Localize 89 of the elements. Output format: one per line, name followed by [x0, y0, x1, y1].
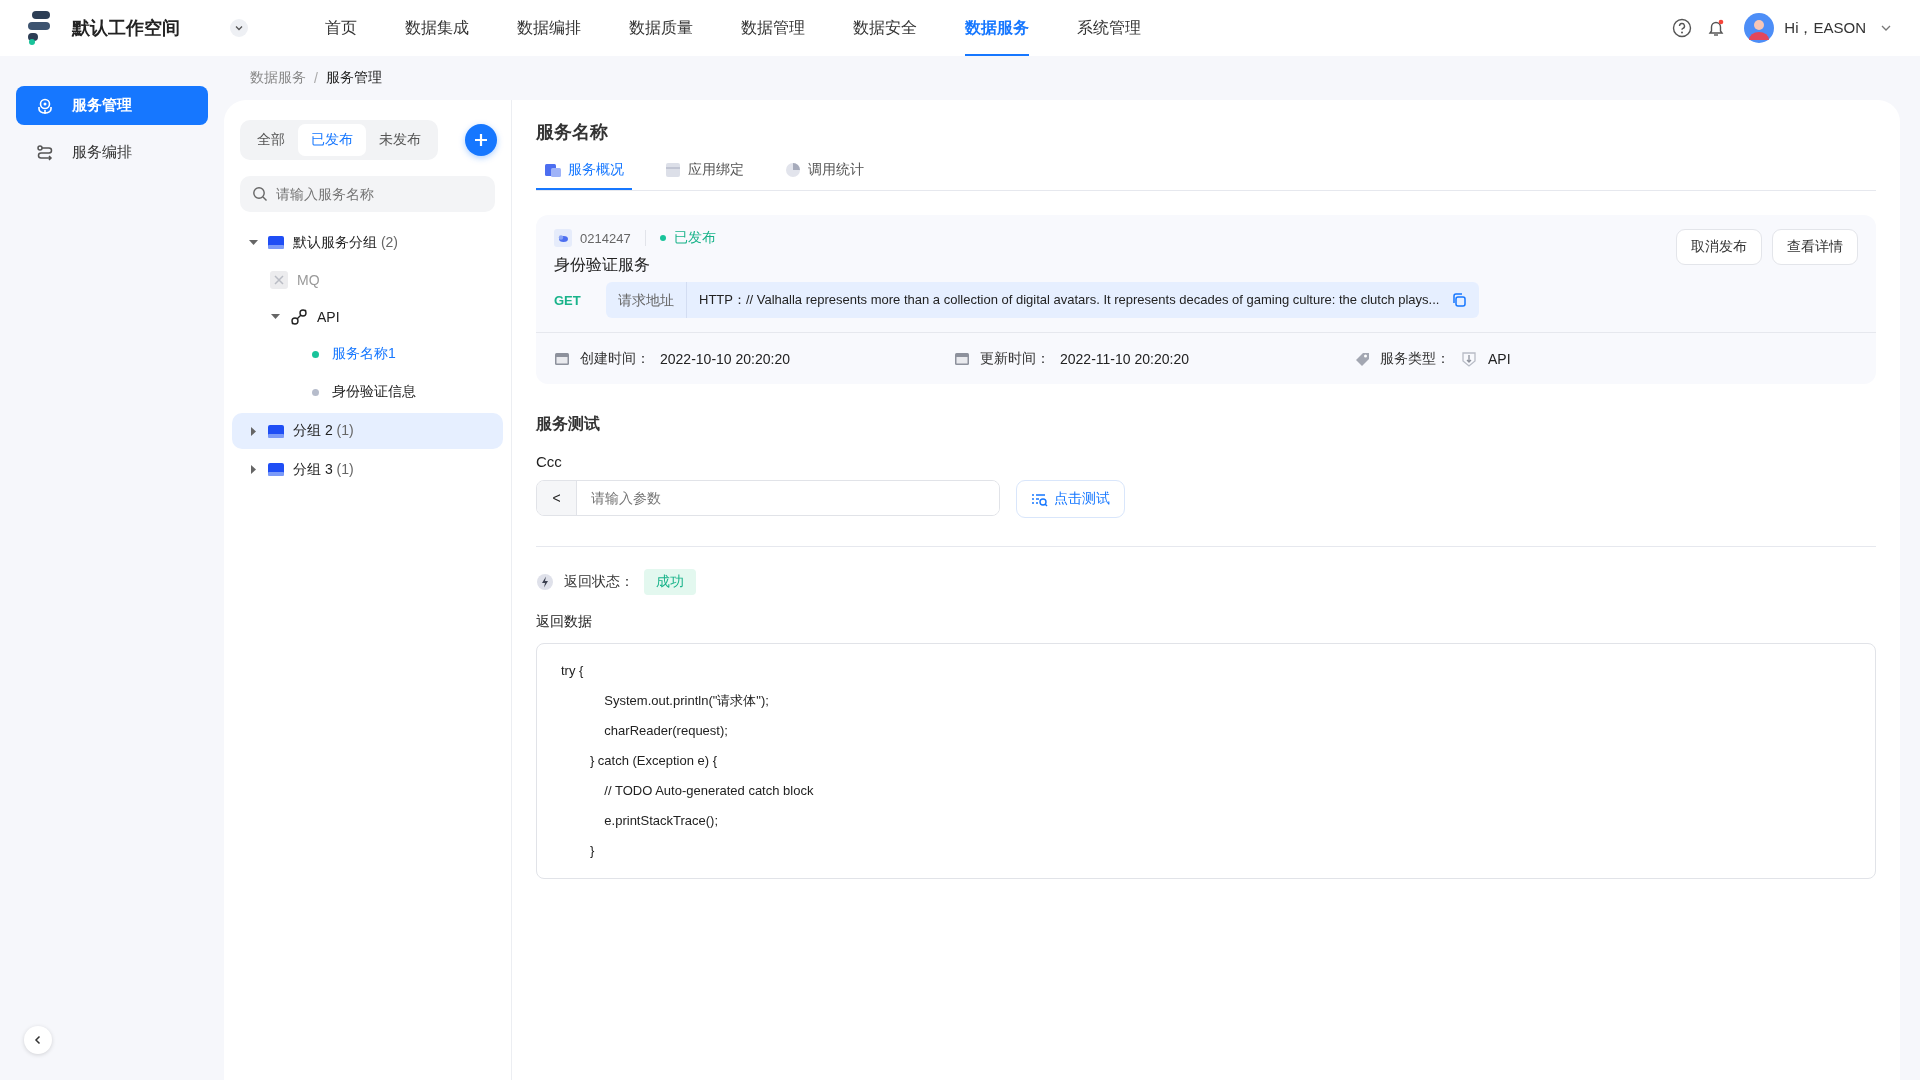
folder-icon [268, 424, 284, 438]
tree-item[interactable]: 身份验证信息 [332, 383, 416, 401]
service-id: 0214247 [580, 230, 631, 246]
status-badge: 成功 [644, 569, 696, 595]
tree-item[interactable]: API [317, 308, 340, 325]
status-label: 返回状态： [564, 573, 634, 591]
code-line: charReader(request); [603, 722, 729, 740]
code-line: e.printStackTrace(); [603, 812, 719, 830]
sidebar-item[interactable]: 服务管理 [16, 86, 208, 125]
service-name: 身份验证服务 [554, 255, 651, 275]
param-label: Ccc [536, 453, 563, 470]
tree-item[interactable]: 默认服务分组 (2) [293, 233, 398, 252]
tree-item[interactable]: 服务名称1 [332, 345, 396, 363]
service-title: 服务名称 [536, 121, 609, 144]
tag-icon [1354, 350, 1370, 367]
meta-label: 更新时间： [980, 349, 1050, 368]
folder-icon [268, 236, 284, 249]
add-button[interactable] [465, 124, 497, 156]
workspace-name: 默认工作空间 [72, 17, 180, 40]
breadcrumb-item: 服务管理 [325, 69, 382, 87]
code-line: try { [561, 662, 585, 680]
meta-value: 2022-11-10 20:20:20 [1060, 350, 1189, 367]
folder-icon [268, 463, 284, 476]
status-text: 已发布 [673, 229, 716, 247]
method-label: GET [554, 292, 582, 308]
pie-chart-icon [784, 161, 802, 179]
search-field[interactable]: 请输入服务名称 [240, 176, 495, 212]
nav-tab[interactable]: 数据服务 [965, 0, 1029, 56]
data-label: 返回数据 [536, 613, 593, 631]
meta-label: 服务类型： [1380, 349, 1450, 368]
document-icon [664, 161, 682, 179]
param-field[interactable]: < 请输入参数 [536, 480, 1000, 516]
nav-tab[interactable]: 首页 [325, 0, 357, 56]
tree-item[interactable]: 分组 3 (1) [293, 460, 354, 479]
search-list-icon [1031, 491, 1048, 507]
code-line: System.out.println("请求体"); [603, 692, 770, 710]
route-icon [36, 143, 54, 162]
cloud-icon [554, 229, 572, 247]
action-button[interactable]: 查看详情 [1772, 229, 1858, 265]
code-line: } [588, 842, 596, 860]
help-icon[interactable] [1672, 18, 1693, 38]
breadcrumb-separator: / [314, 70, 318, 86]
filter-tab[interactable]: 已发布 [298, 124, 366, 156]
code-line: // TODO Auto-generated catch block [603, 782, 815, 800]
nav-tab[interactable]: 数据质量 [629, 0, 693, 56]
meta-value: API [1488, 350, 1511, 367]
tab[interactable]: 调用统计 [776, 152, 872, 190]
document-icon [544, 161, 562, 179]
calendar-icon [954, 350, 970, 367]
location-icon [36, 96, 54, 115]
dropdown-icon[interactable] [230, 19, 248, 37]
tab[interactable]: 服务概况 [536, 152, 632, 190]
plus-icon [473, 132, 489, 148]
lightning-icon [536, 573, 554, 591]
filter-tab[interactable]: 全部 [244, 124, 298, 156]
url-label: 请求地址 [606, 282, 687, 318]
url-text: HTTP：// Valhalla represents more than a collection of digital avatars. It represents decades of gaming culture: the clutch plays... [699, 291, 1440, 309]
nav-tab[interactable]: 数据管理 [741, 0, 805, 56]
collapse-button[interactable] [24, 1026, 52, 1054]
action-button[interactable]: 取消发布 [1676, 229, 1762, 265]
caret-right-icon[interactable] [248, 425, 259, 437]
status-dot [659, 235, 666, 241]
nav-tab[interactable]: 数据安全 [853, 0, 917, 56]
logo-icon [28, 11, 52, 45]
caret-right-icon[interactable] [248, 464, 259, 475]
copy-icon[interactable] [1451, 292, 1468, 308]
user-greeting[interactable]: Hi，EASON [1784, 18, 1866, 38]
sidebar-item[interactable]: 服务编排 [16, 133, 208, 172]
code-line: } catch (Exception e) { [588, 752, 719, 770]
filter-tab[interactable]: 未发布 [366, 124, 434, 156]
shield-icon [1460, 349, 1478, 368]
meta-label: 创建时间： [580, 349, 650, 368]
calendar-icon [554, 350, 570, 367]
avatar[interactable] [1744, 13, 1775, 43]
nav-tab[interactable]: 数据编排 [517, 0, 581, 56]
tree-row-highlight[interactable]: 分组 2 (1) [232, 413, 503, 449]
meta-value: 2022-10-10 20:20:20 [660, 350, 790, 367]
network-icon [270, 270, 288, 289]
plug-icon [290, 307, 308, 326]
search-icon [252, 186, 268, 202]
prefix-addon: < [537, 481, 577, 515]
nav-tab[interactable]: 数据集成 [405, 0, 469, 56]
caret-down-icon[interactable] [248, 237, 259, 248]
nav-tab[interactable]: 系统管理 [1077, 0, 1141, 56]
tab[interactable]: 应用绑定 [656, 152, 752, 190]
tree-item[interactable]: 分组 2 (1) [293, 422, 354, 440]
section-title: 服务测试 [536, 414, 601, 434]
caret-down-icon[interactable] [270, 311, 281, 322]
test-button[interactable]: 点击测试 [1016, 480, 1125, 518]
